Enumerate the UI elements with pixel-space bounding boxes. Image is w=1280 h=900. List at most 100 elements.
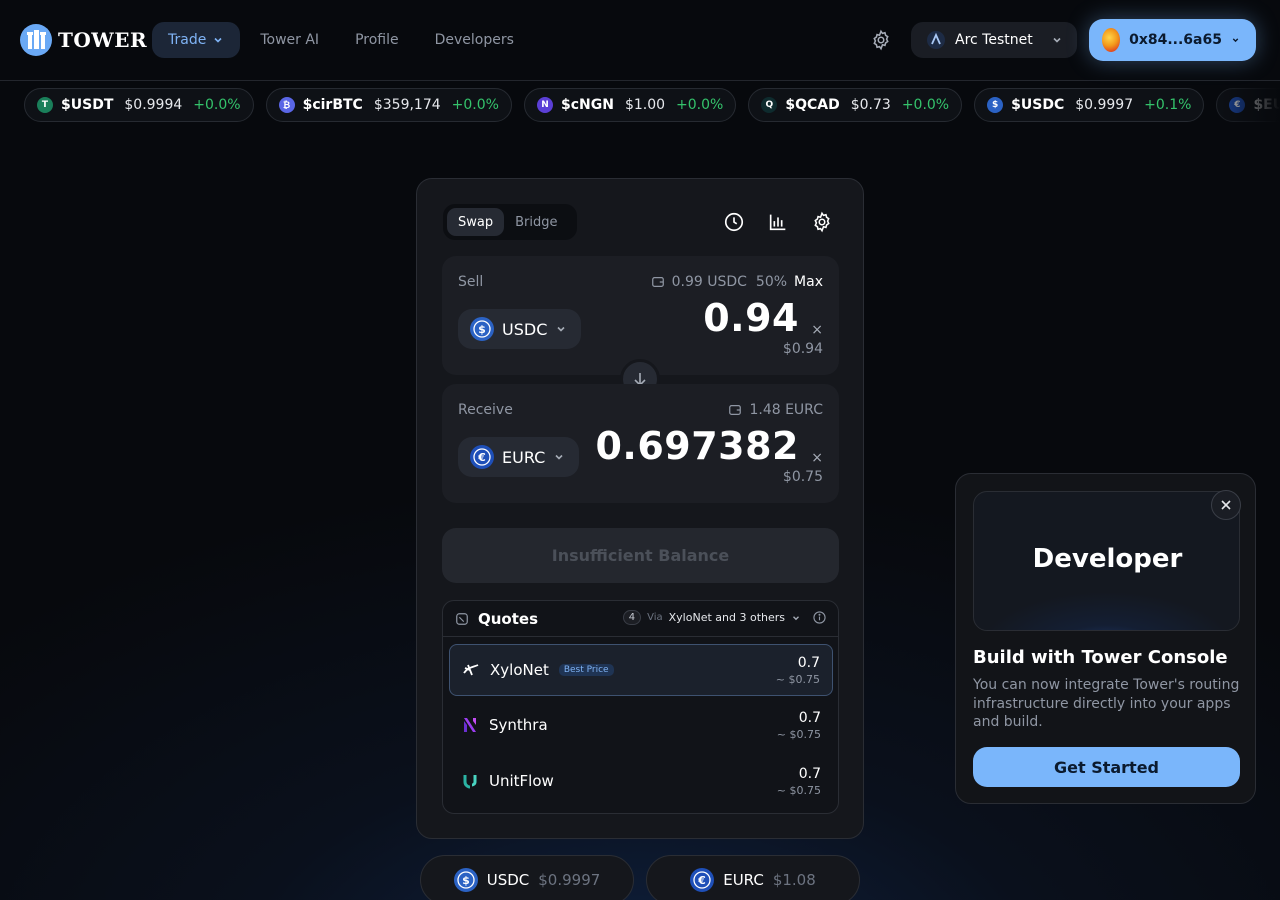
- svg-text:€: €: [477, 451, 486, 464]
- nav-tower-ai[interactable]: Tower AI: [244, 22, 335, 58]
- wallet-address: 0x84...6a65: [1129, 32, 1222, 48]
- receive-clear-button[interactable]: ×: [811, 450, 823, 466]
- quotes-header[interactable]: Quotes 4 Via XyloNet and 3 others: [443, 601, 838, 637]
- quote-row-xylonet[interactable]: XyloNet Best Price 0.7 ~ $0.75: [449, 644, 833, 696]
- quote-value: 0.7: [798, 766, 821, 782]
- tower-logo-icon: [20, 24, 52, 56]
- ticker-symbol: $USDT: [61, 97, 114, 113]
- settings-gear-icon[interactable]: [870, 29, 892, 51]
- quote-name-label: Synthra: [489, 716, 548, 734]
- svg-text:€: €: [697, 874, 706, 887]
- nav-trade[interactable]: Trade: [152, 22, 241, 58]
- ticker-change: +0.0%: [451, 97, 499, 113]
- ticker-item[interactable]: $ $USDC $0.9997 +0.1%: [974, 88, 1205, 122]
- info-icon[interactable]: [813, 611, 826, 624]
- ticker-change: +0.1%: [1144, 97, 1192, 113]
- sell-panel: Sell 0.99 USDC 50% Max $ USDC 0.94 × $0.…: [442, 256, 839, 375]
- ticker-symbol: $cNGN: [560, 97, 614, 113]
- wallet-button[interactable]: 0x84...6a65: [1089, 19, 1256, 61]
- swap-bridge-toggle: Swap Bridge: [443, 204, 577, 240]
- usdc-icon: $: [470, 317, 494, 341]
- sell-balance-value: 0.99 USDC: [671, 274, 747, 290]
- ticker-symbol: $USDC: [1011, 97, 1065, 113]
- quote-name-label: UnitFlow: [489, 772, 554, 790]
- get-started-button[interactable]: Get Started: [973, 747, 1240, 787]
- tab-swap[interactable]: Swap: [447, 208, 505, 236]
- svg-text:$: $: [462, 874, 470, 887]
- nav-profile-label: Profile: [355, 32, 399, 48]
- ticker-item[interactable]: ₿ $cirBTC $359,174 +0.0%: [265, 88, 512, 122]
- qcad-icon: Q: [761, 97, 778, 113]
- receive-token-symbol: EURC: [502, 447, 546, 467]
- ticker-item[interactable]: N $cNGN $1.00 +0.0%: [523, 88, 737, 122]
- pill-symbol: EURC: [723, 871, 764, 889]
- quote-usd: ~ $0.75: [775, 673, 820, 686]
- unitflow-icon: [463, 775, 477, 789]
- xylonet-icon: [463, 664, 479, 676]
- quote-row-unitflow[interactable]: UnitFlow 0.7 ~ $0.75: [449, 756, 833, 808]
- developer-hero-title: Developer: [1032, 544, 1183, 574]
- ticker-price: $0.9997: [1075, 97, 1134, 113]
- developer-popup-title: Build with Tower Console: [973, 647, 1228, 668]
- synthra-icon: [464, 718, 476, 732]
- usdc-price-pill[interactable]: $ USDC $0.9997: [420, 855, 634, 900]
- sell-max-button[interactable]: Max: [794, 274, 823, 290]
- sell-clear-button[interactable]: ×: [811, 322, 823, 338]
- chevron-down-icon: [793, 615, 799, 620]
- swap-card: Swap Bridge Sell 0.99 USDC 50% Max $ USD…: [416, 178, 864, 839]
- close-popup-button[interactable]: [1211, 490, 1241, 520]
- nav-developers[interactable]: Developers: [419, 22, 530, 58]
- tab-bridge[interactable]: Bridge: [504, 208, 568, 236]
- nav-profile[interactable]: Profile: [339, 22, 415, 58]
- insufficient-balance-button[interactable]: Insufficient Balance: [442, 528, 839, 583]
- usdc-icon: $: [453, 868, 478, 892]
- quote-name: XyloNet Best Price: [490, 661, 614, 679]
- pill-price: $1.08: [772, 871, 816, 889]
- swap-settings-gear-icon[interactable]: [811, 211, 833, 233]
- sell-token-selector[interactable]: $ USDC: [458, 309, 582, 349]
- usdt-icon: T: [37, 97, 53, 113]
- ticker-price: $1.00: [624, 97, 666, 113]
- sell-50pct-button[interactable]: 50%: [756, 274, 787, 290]
- sell-balance: 0.99 USDC 50% Max: [651, 274, 823, 290]
- main-nav: Trade Tower AI Profile Developers: [152, 22, 534, 58]
- ticker-item[interactable]: T $USDT $0.9994 +0.0%: [24, 88, 254, 122]
- developer-popup-description: You can now integrate Tower's routing in…: [973, 677, 1240, 730]
- nav-developers-label: Developers: [434, 32, 514, 48]
- chevron-down-icon: [555, 454, 563, 460]
- receive-amount: 0.697382: [595, 424, 799, 468]
- quotes-title-label: Quotes: [478, 610, 539, 628]
- ticker-item[interactable]: Q $QCAD $0.73 +0.0%: [748, 88, 963, 122]
- btc-icon: ₿: [278, 97, 295, 113]
- chevron-down-icon: [557, 326, 565, 332]
- top-header: TOWER Trade Tower AI Profile Developers …: [0, 0, 1280, 81]
- nav-trade-label: Trade: [168, 32, 207, 48]
- quote-usd: ~ $0.75: [776, 784, 821, 797]
- eurc-price-pill[interactable]: € EURC $1.08: [646, 855, 860, 900]
- quotes-via-text: XyloNet and 3 others: [668, 611, 785, 624]
- eurc-icon: €: [690, 868, 715, 892]
- arc-network-icon: [927, 31, 945, 49]
- receive-label: Receive: [458, 402, 513, 418]
- quote-name-label: XyloNet: [490, 661, 549, 679]
- quote-name: UnitFlow: [489, 772, 554, 790]
- pill-price: $0.9997: [538, 871, 601, 889]
- quotes-panel: Quotes 4 Via XyloNet and 3 others XyloNe…: [442, 600, 839, 814]
- quote-name: Synthra: [489, 716, 548, 734]
- cngn-icon: N: [536, 97, 553, 113]
- wallet-icon: [651, 277, 664, 287]
- quote-value: 0.7: [797, 655, 820, 671]
- network-selector[interactable]: Arc Testnet: [911, 22, 1077, 58]
- history-clock-icon[interactable]: [723, 211, 745, 233]
- sell-usd-value: $0.94: [782, 341, 823, 357]
- receive-token-selector[interactable]: € EURC: [458, 437, 580, 477]
- ticker-symbol: $QCAD: [785, 97, 840, 113]
- ticker-symbol: $cirBTC: [302, 97, 363, 113]
- chevron-down-icon: [214, 37, 222, 43]
- quote-row-synthra[interactable]: Synthra 0.7 ~ $0.75: [449, 700, 833, 752]
- brand-logo[interactable]: TOWER: [20, 24, 147, 56]
- chart-icon[interactable]: [767, 211, 789, 233]
- eurc-icon: €: [470, 445, 494, 469]
- ticker-price: $0.9994: [124, 97, 183, 113]
- sell-amount-input[interactable]: 0.94: [703, 296, 799, 340]
